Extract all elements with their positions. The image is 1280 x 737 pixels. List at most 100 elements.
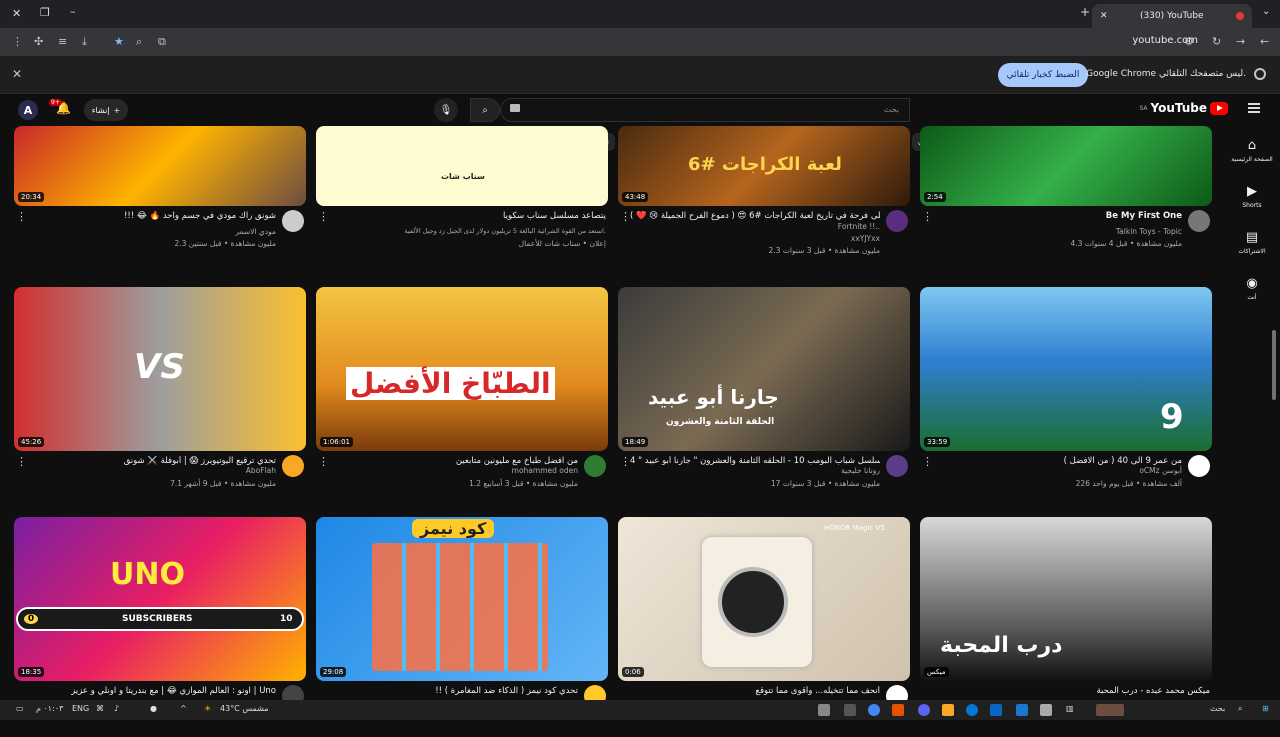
mix-thumbnail[interactable]: درب المحبة ميكس — [920, 517, 1212, 681]
channel-name[interactable]: xxYJYxx — [851, 234, 880, 243]
video-title[interactable]: من افضل طباخ مع مليونين متابعين — [328, 456, 578, 466]
video-thumbnail[interactable]: لعبة الكراجات #6 43:48 — [618, 126, 910, 206]
video-title[interactable]: تحدي ترقيع اليوتيوبرز 😱 | أبوفلة ⚔️ شونق — [26, 456, 276, 466]
more-actions-icon[interactable]: ⋮ — [16, 455, 27, 468]
infobar-close-icon[interactable]: ✕ — [12, 67, 22, 81]
channel-avatar[interactable] — [282, 210, 304, 232]
channel-name[interactable]: oCMz أبوسن — [1139, 466, 1182, 475]
app-icon[interactable] — [892, 704, 904, 716]
more-actions-icon[interactable]: ⋮ — [922, 455, 933, 468]
minimize-window-icon[interactable]: – — [70, 5, 76, 18]
ad-sponsor[interactable]: إعلان • سناب شات للأعمال — [519, 239, 606, 248]
notification-center-icon[interactable]: ▭ — [16, 704, 24, 713]
app-icon[interactable] — [818, 704, 830, 716]
channel-avatar[interactable] — [584, 455, 606, 477]
video-card[interactable]: 9 33:59 ( من عمر 9 الى 40 ( من الافضل oC… — [920, 287, 1212, 507]
set-default-button[interactable]: الضبط كخيار تلقائي — [998, 63, 1088, 87]
video-thumbnail[interactable]: UNO SUBSCRIBERS 0 10 18:35 — [14, 517, 306, 681]
more-actions-icon[interactable]: ⋮ — [318, 210, 329, 223]
url-text[interactable]: youtube.com — [1132, 35, 1198, 46]
video-thumbnail[interactable]: 20:34 — [14, 126, 306, 206]
ad-thumbnail[interactable]: سناب شات — [316, 126, 608, 206]
ad-card[interactable]: سناب شات يتصاعد مسلسل سناب سكويا استعد م… — [316, 126, 608, 262]
start-icon[interactable]: ⊞ — [1262, 704, 1269, 713]
language-indicator[interactable]: ENG — [72, 704, 89, 713]
app-icon[interactable] — [990, 704, 1002, 716]
channel-name[interactable]: AboFlah — [246, 466, 276, 475]
close-window-icon[interactable]: ✕ — [12, 7, 21, 20]
rail-item[interactable]: ◉ أنت — [1224, 276, 1280, 301]
bookmark-star-icon[interactable]: ★ — [114, 35, 124, 48]
more-actions-icon[interactable]: ⋮ — [620, 210, 631, 223]
discord-icon[interactable] — [918, 704, 930, 716]
channel-name[interactable]: مودي الاسمر — [235, 227, 276, 236]
search-button[interactable]: ⌕ — [470, 98, 500, 122]
taskbar-search-label[interactable]: بحث — [1210, 704, 1225, 713]
network-icon[interactable]: ⌘ — [96, 704, 104, 713]
ad-title[interactable]: يتصاعد مسلسل سناب سكويا — [356, 211, 606, 221]
video-card[interactable]: 20:34 !!! 😂 🔥 شونق راك مودي في جسم واحد … — [14, 126, 306, 262]
rail-item[interactable]: ▶ Shorts — [1224, 184, 1280, 209]
video-thumbnail[interactable]: الطبّاخ الأفضل 1:06:01 — [316, 287, 608, 451]
video-title[interactable]: ( من عمر 9 الى 40 ( من الافضل — [932, 456, 1182, 466]
video-thumbnail[interactable]: HONOR Magic V5 0:06 — [618, 517, 910, 681]
video-title[interactable]: احلى فرحة في تاريخ لعبة الكراجات #6 😍 ( … — [630, 211, 880, 221]
reading-list-icon[interactable]: ≡ — [58, 35, 67, 48]
weather-text[interactable]: 43°C مشمس — [220, 704, 269, 713]
app-icon[interactable] — [844, 704, 856, 716]
clock[interactable]: ٠١:٠٣ م — [36, 704, 63, 713]
rail-item[interactable]: ▤ الاشتراكات — [1224, 230, 1280, 255]
video-card[interactable]: لعبة الكراجات #6 43:48 احلى فرحة في تاري… — [618, 126, 910, 262]
video-card[interactable]: 2:54 Be My First One Talkin Toys - Topic… — [920, 126, 1212, 262]
tab-search-icon[interactable]: ⌄ — [1262, 6, 1270, 17]
channel-avatar[interactable] — [886, 210, 908, 232]
taskbar-search-icon[interactable]: ⌕ — [1238, 704, 1242, 714]
keyboard-icon[interactable] — [510, 104, 520, 112]
more-actions-icon[interactable]: ⋮ — [922, 210, 933, 223]
video-title[interactable]: Be My First One — [932, 211, 1182, 221]
video-card[interactable]: VS 45:26 تحدي ترقيع اليوتيوبرز 😱 | أبوفل… — [14, 287, 306, 507]
guide-menu-icon[interactable] — [1248, 103, 1260, 113]
video-title[interactable]: اونو : العالم الموازي 😂 | مع بندريتا و ا… — [26, 686, 276, 696]
forward-icon[interactable]: → — [1236, 35, 1245, 48]
install-icon[interactable]: ⧉ — [158, 35, 166, 49]
tab-close-icon[interactable]: ✕ — [1100, 11, 1108, 21]
mic-tray-icon[interactable]: ● — [150, 704, 157, 713]
channel-avatar[interactable] — [1188, 455, 1210, 477]
app-icon[interactable] — [1016, 704, 1028, 716]
channel-avatar[interactable] — [282, 455, 304, 477]
voice-search-button[interactable]: 🎙 — [434, 98, 458, 122]
menu-icon[interactable]: ⋮ — [12, 35, 23, 48]
more-actions-icon[interactable]: ⋮ — [16, 210, 27, 223]
video-thumbnail[interactable]: VS 45:26 — [14, 287, 306, 451]
channel-name[interactable]: mohammed oden — [512, 466, 578, 475]
edge-icon[interactable] — [966, 704, 978, 716]
video-thumbnail[interactable]: 2:54 — [920, 126, 1212, 206]
avatar[interactable]: A — [18, 100, 38, 120]
volume-icon[interactable]: ♪ — [114, 704, 119, 713]
video-title[interactable]: !!! 😂 🔥 شونق راك مودي في جسم واحد — [26, 211, 276, 221]
video-card[interactable]: الطبّاخ الأفضل 1:06:01 من افضل طباخ مع م… — [316, 287, 608, 507]
channel-avatar[interactable] — [1188, 210, 1210, 232]
back-icon[interactable]: ← — [1260, 35, 1269, 48]
video-thumbnail[interactable]: جارنا أبو عبيد الحلقة الثامنة والعشرون 1… — [618, 287, 910, 451]
more-actions-icon[interactable]: ⋮ — [318, 455, 329, 468]
zoom-icon[interactable]: ⌕ — [136, 35, 142, 49]
video-title[interactable]: ميكس محمد عبده - درب المحبة — [960, 686, 1210, 696]
extensions-icon[interactable]: ✣ — [34, 35, 43, 48]
new-tab-icon[interactable]: + — [1080, 5, 1090, 19]
video-card[interactable]: جارنا أبو عبيد الحلقة الثامنة والعشرون 1… — [618, 287, 910, 507]
reload-icon[interactable]: ↻ — [1212, 35, 1221, 48]
channel-name[interactable]: Talkin Toys - Topic — [1116, 227, 1182, 236]
restore-window-icon[interactable]: ❐ — [40, 6, 50, 19]
video-title[interactable]: !! تحدي كود نيمز ( الذكاء ضد المغامرة ) — [328, 686, 578, 696]
tray-overflow-icon[interactable]: ^ — [180, 704, 187, 713]
scrollbar-thumb[interactable] — [1272, 330, 1276, 400]
create-button[interactable]: إنشاء + — [84, 99, 128, 121]
video-title[interactable]: أنحف مما تتخيله... وأقوى مما تتوقع — [630, 686, 880, 696]
video-title[interactable]: مسلسل شباب البومب 10 - الحلقه الثامنة وا… — [630, 456, 880, 466]
chrome-taskbar-icon[interactable] — [868, 704, 880, 716]
channel-avatar[interactable] — [886, 455, 908, 477]
channel-name[interactable]: روتانا خليجية — [841, 466, 880, 475]
download-icon[interactable]: ⤓ — [82, 35, 87, 49]
